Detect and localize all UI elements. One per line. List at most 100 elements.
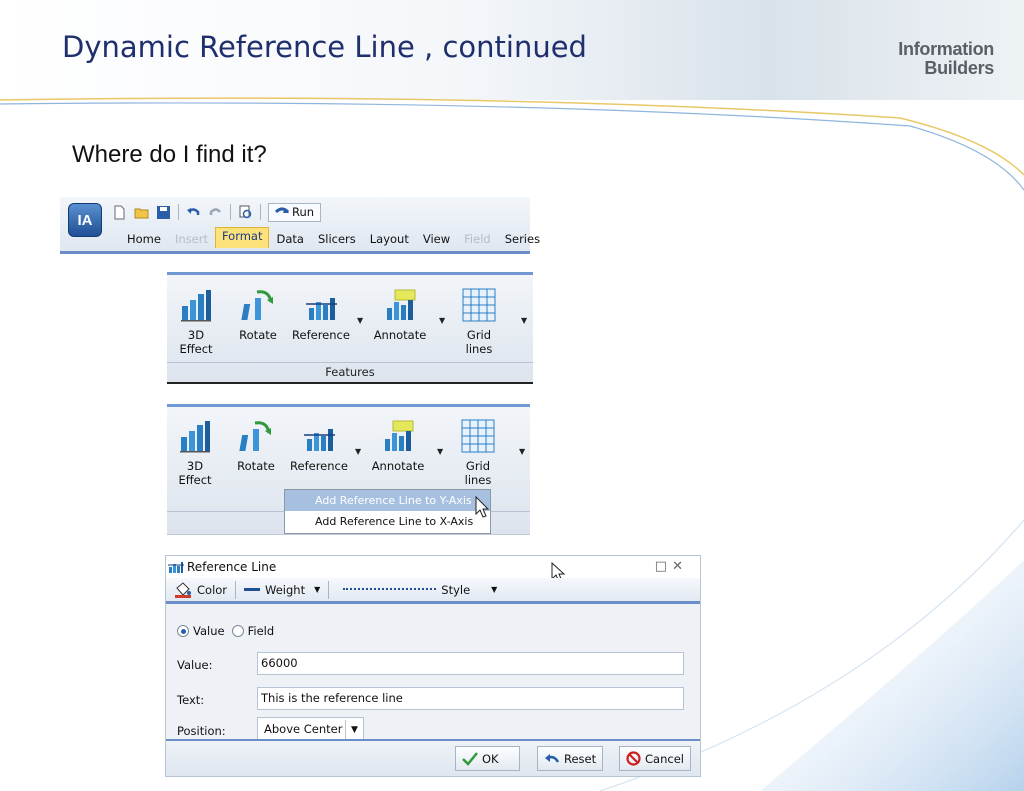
paint-bucket-icon (175, 581, 191, 598)
reference-dropdown-menu: Add Reference Line to Y-Axis Add Referen… (284, 489, 491, 534)
weight-dropdown[interactable]: Weight ▼ (236, 578, 328, 601)
group-divider (167, 362, 533, 363)
logo-line-1: Information (898, 39, 994, 59)
reset-icon (545, 753, 560, 763)
annotate-icon (385, 420, 414, 451)
undo-icon[interactable] (186, 205, 201, 220)
annotate-label: Annotate (373, 328, 427, 342)
reset-label: Reset (564, 751, 597, 766)
gridlines-button[interactable]: Grid lines (459, 288, 499, 356)
cancel-icon (626, 751, 641, 766)
toolbar-separator (178, 204, 179, 220)
gridlines-button[interactable]: Grid lines (458, 419, 498, 487)
new-document-icon[interactable] (112, 205, 127, 220)
rotate-icon (241, 290, 273, 320)
chevron-down-icon[interactable]: ▼ (345, 720, 363, 740)
3d-effect-button[interactable]: 3D Effect (174, 419, 216, 487)
annotate-label: Annotate (371, 459, 425, 473)
tab-field[interactable]: Field (457, 230, 498, 248)
value-input[interactable]: 66000 (257, 652, 684, 675)
annotate-button[interactable]: Annotate (371, 288, 429, 342)
ok-label: OK (482, 751, 499, 766)
tab-layout[interactable]: Layout (363, 230, 416, 248)
features-ribbon-group: 3D Effect Rotate Reference ▼ Annotate ▼ … (167, 272, 533, 384)
tab-data[interactable]: Data (269, 230, 310, 248)
preview-icon[interactable] (238, 205, 253, 220)
gridlines-dropdown-arrow[interactable]: ▼ (519, 447, 525, 456)
rotate-label: Rotate (237, 459, 275, 473)
text-input[interactable]: This is the reference line (257, 687, 684, 710)
ok-button[interactable]: OK (455, 746, 520, 771)
redo-icon[interactable] (208, 205, 223, 220)
quick-access-toolbar: Run (112, 201, 322, 223)
tab-format[interactable]: Format (214, 227, 270, 248)
checkmark-icon (462, 751, 478, 766)
run-icon (275, 207, 289, 214)
mouse-cursor-icon (475, 496, 490, 518)
3d-bar-chart-icon (180, 421, 210, 453)
position-field-label: Position: (177, 724, 226, 738)
reference-line-icon (168, 562, 184, 573)
information-builders-logo: Information Builders (898, 40, 994, 78)
reference-dropdown-arrow[interactable]: ▼ (357, 316, 363, 325)
reference-dropdown-arrow[interactable]: ▼ (355, 447, 361, 456)
value-radio[interactable] (177, 625, 189, 637)
line-weight-icon (244, 588, 261, 591)
text-field-label: Text: (177, 693, 205, 707)
color-button[interactable]: Color (166, 578, 235, 601)
rotate-button[interactable]: Rotate (235, 419, 277, 473)
field-radio-label: Field (247, 624, 275, 638)
tab-slicers[interactable]: Slicers (311, 230, 363, 248)
ribbon-tabs: Home Insert Format Data Slicers Layout View Fie… (120, 227, 547, 248)
menu-item-add-reference-x-axis[interactable]: Add Reference Line to X-Axis (285, 511, 490, 532)
app-menu-button[interactable]: IA (68, 203, 102, 237)
maximize-icon[interactable]: □ (655, 559, 672, 574)
3d-effect-label: 3D Effect (179, 328, 213, 356)
style-label: Style (441, 582, 471, 597)
run-button[interactable]: Run (268, 202, 322, 222)
menu-item-add-reference-y-axis[interactable]: Add Reference Line to Y-Axis (285, 490, 490, 511)
window-controls: □✕ (655, 559, 688, 574)
save-icon[interactable] (156, 205, 171, 220)
cancel-button[interactable]: Cancel (619, 746, 691, 771)
dialog-toolbar: Color Weight ▼ Style ▼ (166, 578, 700, 604)
features-group-label: Features (325, 365, 375, 379)
rotate-icon (239, 421, 271, 451)
reset-button[interactable]: Reset (537, 746, 604, 771)
3d-effect-button[interactable]: 3D Effect (175, 288, 217, 356)
tab-home[interactable]: Home (120, 230, 168, 248)
dialog-title-bar: Reference Line □✕ (166, 556, 700, 583)
chevron-down-icon: ▼ (491, 585, 498, 594)
annotate-button[interactable]: Annotate (369, 419, 427, 473)
grid-lines-icon (462, 288, 496, 322)
chevron-down-icon: ▼ (314, 585, 321, 594)
reference-button[interactable]: Reference (291, 288, 351, 342)
annotate-dropdown-arrow[interactable]: ▼ (437, 447, 443, 456)
style-dropdown[interactable]: Style ▼ (329, 578, 505, 601)
run-label: Run (292, 205, 315, 219)
reference-line-icon (306, 298, 337, 320)
open-folder-icon[interactable] (134, 205, 149, 220)
gridlines-label: Grid lines (464, 459, 492, 487)
annotate-icon (387, 289, 416, 320)
tab-series[interactable]: Series (498, 230, 547, 248)
reference-label: Reference (292, 328, 350, 342)
reference-line-dialog: Reference Line □✕ Color Weight ▼ Style ▼ (165, 555, 701, 777)
close-icon[interactable]: ✕ (672, 559, 688, 574)
gridlines-dropdown-arrow[interactable]: ▼ (521, 316, 527, 325)
reference-line-icon (304, 429, 335, 451)
rotate-label: Rotate (239, 328, 277, 342)
3d-effect-label: 3D Effect (178, 459, 212, 487)
ribbon-tab-strip: IA Run Home Insert Format Data Slicers Layout… (60, 197, 540, 254)
field-radio[interactable] (231, 625, 244, 637)
value-source-radio-group: Value Field (177, 624, 274, 638)
position-select-value: Above Center (264, 722, 343, 736)
slide-title: Dynamic Reference Line , continued (62, 30, 587, 64)
reference-button[interactable]: Reference (289, 419, 349, 473)
dialog-footer: OK Reset Cancel (166, 739, 700, 776)
tab-view[interactable]: View (416, 230, 457, 248)
rotate-button[interactable]: Rotate (237, 288, 279, 342)
tab-insert[interactable]: Insert (168, 230, 215, 248)
annotate-dropdown-arrow[interactable]: ▼ (439, 316, 445, 325)
value-radio-label: Value (193, 624, 225, 638)
